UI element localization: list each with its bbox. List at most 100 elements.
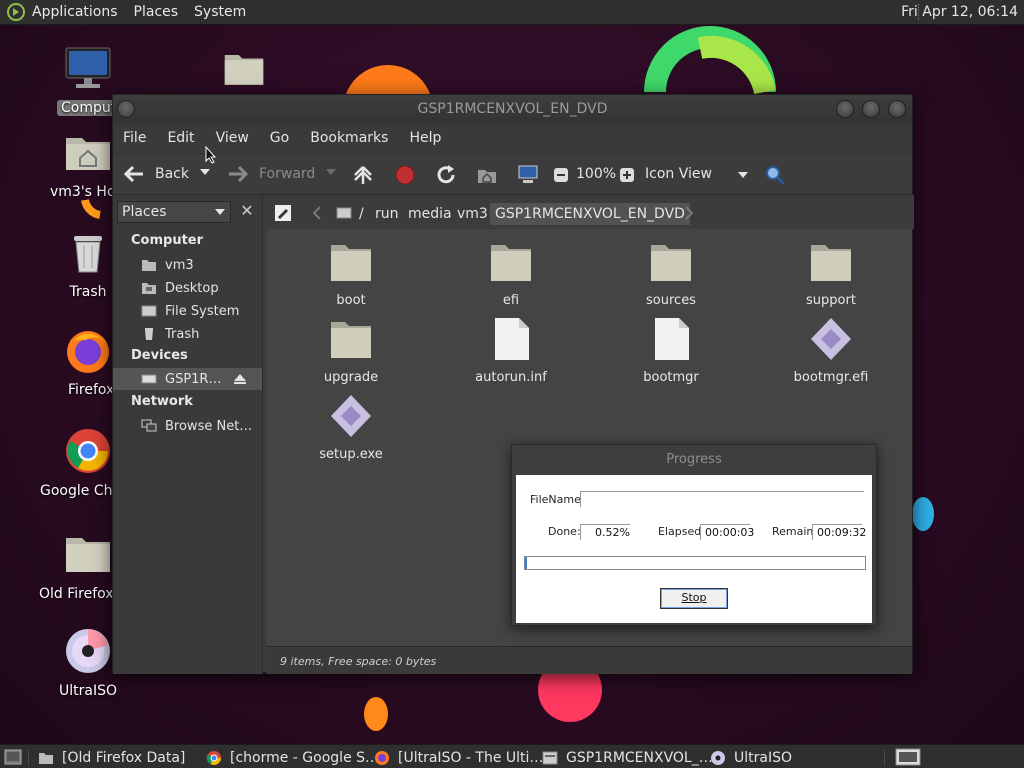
- distro-logo-icon[interactable]: [6, 2, 26, 22]
- mouse-cursor-icon: [205, 146, 217, 164]
- clock[interactable]: Fri Apr 12, 06:14: [901, 4, 1018, 20]
- chevron-down-icon: [738, 172, 748, 178]
- system-menu[interactable]: System: [194, 4, 246, 20]
- remain-field: 00:09:32: [812, 524, 866, 540]
- sidebar-section-computer: Computer: [131, 233, 204, 248]
- taskbar-item-file-manager[interactable]: GSP1RMCENXVOL_…: [542, 748, 713, 767]
- menu-help[interactable]: Help: [409, 130, 441, 146]
- chevron-right-icon[interactable]: [684, 206, 694, 220]
- file-name: bootmgr.efi: [793, 370, 869, 385]
- progress-dialog-title[interactable]: Progress: [512, 445, 876, 475]
- sidebar-item-desktop[interactable]: Desktop: [113, 277, 262, 299]
- close-button[interactable]: [888, 100, 906, 118]
- file-name: sources: [646, 293, 696, 308]
- taskbar-item-chrome[interactable]: [chorme - Google S…: [206, 748, 379, 767]
- breadcrumb-run[interactable]: run: [370, 203, 404, 225]
- window-titlebar[interactable]: GSP1RMCENXVOL_EN_DVD: [113, 95, 912, 123]
- reload-icon[interactable]: [435, 164, 457, 186]
- file-item[interactable]: bootmgr: [611, 316, 731, 385]
- window-menu-button[interactable]: [117, 100, 135, 118]
- view-mode-select[interactable]: Icon View: [645, 166, 749, 182]
- sidebar-item-browse-network[interactable]: Browse Net…: [113, 415, 262, 437]
- file-name: boot: [336, 293, 366, 308]
- zoom-in-icon[interactable]: [619, 167, 635, 183]
- home-icon[interactable]: [476, 164, 498, 186]
- ultraiso-disc-icon: [711, 750, 725, 765]
- menu-bookmarks[interactable]: Bookmarks: [310, 130, 388, 146]
- window-title: GSP1RMCENXVOL_EN_DVD: [417, 101, 608, 117]
- breadcrumb-current[interactable]: GSP1RMCENXVOL_EN_DVD: [490, 203, 690, 225]
- eject-icon[interactable]: [233, 372, 247, 386]
- minimize-button[interactable]: [836, 100, 854, 118]
- breadcrumb-separator: /: [359, 206, 364, 222]
- sidebar-item-dvd[interactable]: GSP1R…: [113, 368, 262, 390]
- taskbar-item-old-firefox-data[interactable]: [Old Firefox Data]: [38, 748, 185, 767]
- drive-icon[interactable]: [336, 206, 352, 220]
- taskbar-item-ultraiso[interactable]: UltraISO: [710, 748, 792, 767]
- chevron-down-icon: [200, 169, 210, 175]
- sidebar-pane-select[interactable]: Places: [117, 201, 231, 223]
- file-item[interactable]: boot: [291, 239, 411, 308]
- firefox-icon: [375, 750, 389, 765]
- chrome-icon: [66, 429, 110, 473]
- menu-file[interactable]: File: [123, 130, 146, 146]
- places-menu[interactable]: Places: [134, 4, 179, 20]
- file-item[interactable]: support: [771, 239, 891, 308]
- file-item[interactable]: sources: [611, 239, 731, 308]
- taskbar-separator: [28, 750, 29, 765]
- chevron-left-icon[interactable]: [312, 206, 322, 220]
- file-item[interactable]: autorun.inf: [451, 316, 571, 385]
- menu-view[interactable]: View: [216, 130, 249, 146]
- trash-icon: [145, 328, 153, 340]
- breadcrumb-media[interactable]: media: [403, 203, 457, 225]
- ultraiso-disc-icon: [66, 629, 110, 673]
- stop-button-label: Stop: [681, 591, 707, 604]
- folder-icon: [651, 245, 691, 281]
- file-item[interactable]: upgrade: [291, 316, 411, 385]
- menu-edit[interactable]: Edit: [167, 130, 194, 146]
- remain-label: Remain:: [772, 525, 818, 538]
- taskbar-item-label: UltraISO: [734, 749, 792, 766]
- applications-menu[interactable]: Applications: [32, 4, 118, 20]
- folder-icon: [491, 245, 531, 281]
- sidebar-item-vm3[interactable]: vm3: [113, 254, 262, 276]
- forward-history-dropdown[interactable]: [325, 166, 337, 178]
- forward-button[interactable]: Forward: [227, 164, 315, 184]
- folder-icon: [331, 245, 371, 281]
- file-item[interactable]: setup.exe: [291, 393, 411, 462]
- search-icon[interactable]: [764, 164, 786, 186]
- sidebar-item-file-system[interactable]: File System: [113, 300, 262, 322]
- computer-icon[interactable]: [517, 164, 539, 186]
- taskbar-item-ultraiso-browser[interactable]: [UltraISO - The Ulti…: [374, 748, 543, 767]
- zoom-out-icon[interactable]: [553, 167, 569, 183]
- sidebar-item-label: vm3: [165, 257, 194, 273]
- desktop-icon-label: Old Firefox Data: [39, 586, 113, 602]
- edit-location-icon[interactable]: [274, 204, 292, 222]
- file-item[interactable]: bootmgr.efi: [771, 316, 891, 385]
- up-arrow-icon[interactable]: [352, 164, 374, 186]
- chevron-down-icon: [215, 209, 225, 215]
- sidebar: Places ✕ Computer vm3 Desktop File Syste…: [113, 195, 263, 674]
- workspace-switcher-icon[interactable]: [895, 748, 921, 766]
- show-desktop-icon[interactable]: [4, 749, 22, 765]
- sidebar-pane-label: Places: [122, 204, 167, 220]
- executable-icon: [331, 395, 371, 437]
- sidebar-item-trash[interactable]: Trash: [113, 323, 262, 345]
- stop-button[interactable]: Stop: [660, 588, 728, 609]
- menu-go[interactable]: Go: [270, 130, 289, 146]
- folder-icon[interactable]: [220, 48, 268, 90]
- back-button[interactable]: Back: [123, 164, 189, 184]
- progress-dialog: Progress FileName: Done: 0.52% Elapsed: …: [511, 444, 877, 626]
- computer-icon: [65, 47, 111, 88]
- stop-icon[interactable]: [394, 164, 416, 186]
- maximize-button[interactable]: [862, 100, 880, 118]
- trash-icon: [74, 236, 102, 273]
- document-icon: [655, 318, 689, 360]
- back-history-dropdown[interactable]: [199, 166, 211, 178]
- file-name: efi: [502, 293, 520, 308]
- breadcrumb-vm3[interactable]: vm3: [452, 203, 493, 225]
- taskbar-separator: [884, 750, 885, 765]
- close-icon[interactable]: ✕: [237, 202, 257, 222]
- folder-icon: [331, 322, 371, 358]
- file-item[interactable]: efi: [451, 239, 571, 308]
